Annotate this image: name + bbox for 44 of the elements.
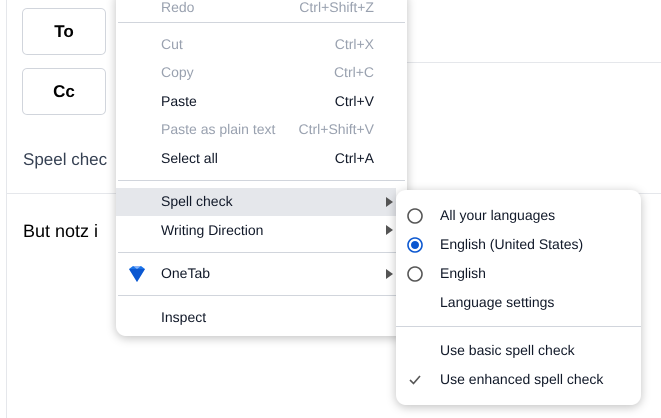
menu-item[interactable]: Use basic spell check: [396, 336, 641, 365]
menu-item[interactable]: Language settings: [396, 288, 641, 317]
menu-item-label: Select all: [161, 148, 218, 168]
menu-item-label: Inspect: [161, 308, 206, 327]
menu-item-label: Spell check: [161, 192, 233, 212]
menu-item-label: OneTab: [161, 264, 210, 284]
recipient-button[interactable]: Cc: [22, 68, 106, 115]
submenu-arrow-icon: [386, 196, 393, 207]
menu-item[interactable]: All your languages: [396, 201, 641, 230]
menu-item-label: Writing Direction: [161, 220, 264, 240]
menu-item[interactable]: Inspect: [116, 303, 396, 332]
menu-item-label: Paste: [161, 92, 197, 111]
menu-item[interactable]: English (United States): [396, 230, 641, 259]
menu-item-label: English: [440, 264, 486, 283]
menu-item[interactable]: Use enhanced spell check: [396, 365, 641, 394]
menu-item-label: Cut: [161, 34, 183, 54]
menu-item-label: English (United States): [440, 235, 584, 254]
submenu-arrow-icon: [386, 225, 393, 236]
menu-item[interactable]: Select all Ctrl+A: [116, 144, 396, 172]
radio-button[interactable]: [407, 266, 423, 282]
shortcut-text: Ctrl+A: [334, 148, 374, 168]
menu-item[interactable]: OneTab: [116, 260, 396, 288]
menu-item-label: Copy: [161, 63, 194, 82]
recipient-button[interactable]: To: [22, 8, 106, 55]
shortcut-text: Ctrl+C: [334, 63, 374, 82]
radio-button[interactable]: [407, 236, 423, 252]
menu-item[interactable]: Writing Direction: [116, 216, 396, 244]
menu-item-label: All your languages: [440, 206, 556, 225]
menu-item-label: Paste as plain text: [161, 120, 276, 140]
menu-item[interactable]: English: [396, 259, 641, 288]
menu-item-label: Use enhanced spell check: [440, 370, 604, 389]
submenu-arrow-icon: [386, 268, 393, 279]
body-text: But notz i: [23, 221, 98, 241]
shortcut-text: Ctrl+Shift+V: [298, 120, 374, 140]
shortcut-text: Ctrl+X: [334, 34, 374, 54]
menu-item-label: Use basic spell check: [440, 341, 575, 360]
menu-item[interactable]: Spell check: [116, 188, 396, 216]
subject-text: Speel chec: [23, 150, 108, 169]
shortcut-text: Ctrl+Shift+Z: [299, 0, 374, 15]
radio-button[interactable]: [407, 208, 423, 224]
menu-item[interactable]: Paste Ctrl+V: [116, 87, 396, 116]
shortcut-text: Ctrl+V: [334, 92, 374, 111]
menu-item-label: Language settings: [440, 293, 554, 312]
menu-item-label: Redo: [161, 0, 194, 15]
